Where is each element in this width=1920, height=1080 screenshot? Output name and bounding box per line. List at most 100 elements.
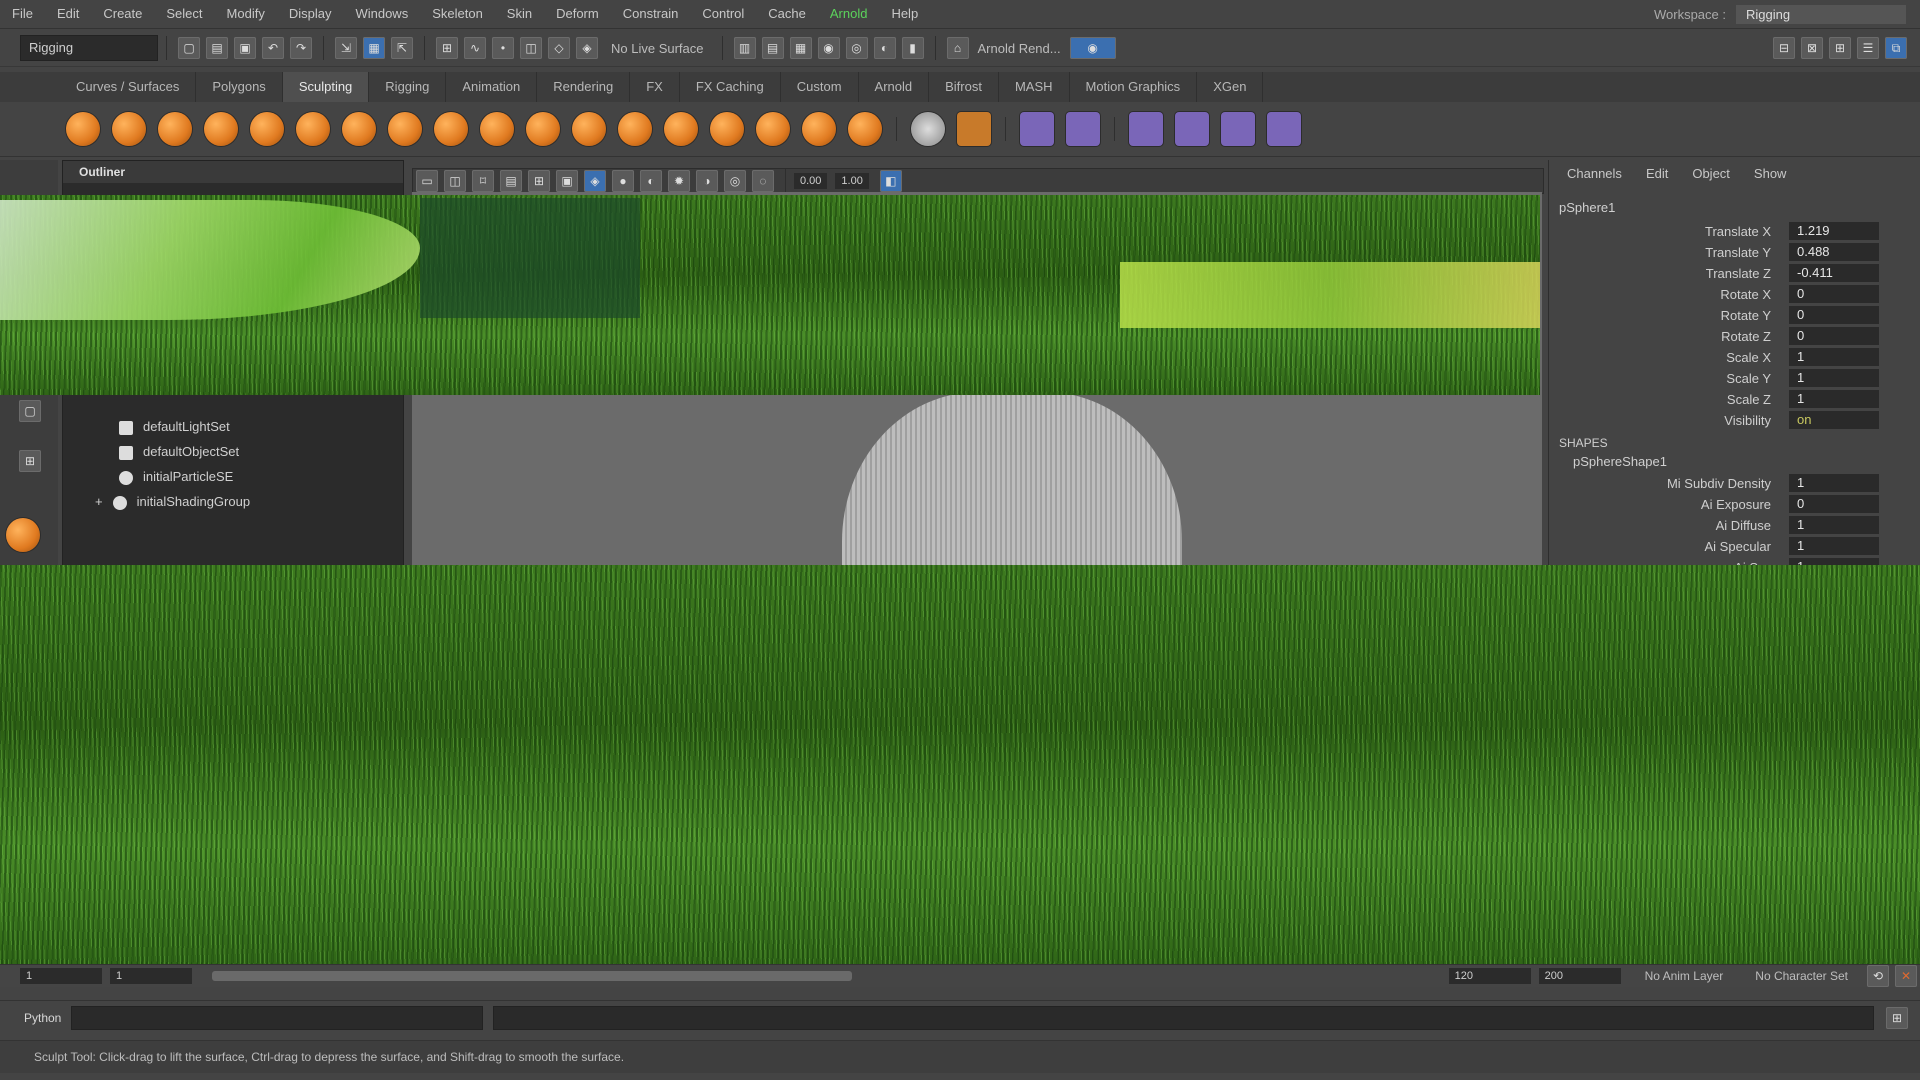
character-set-selector[interactable]: No Character Set bbox=[1755, 969, 1848, 983]
show-channel-box-icon[interactable]: ☰ bbox=[1857, 37, 1879, 59]
auto-key-icon[interactable]: ⟲ bbox=[1867, 965, 1889, 987]
imprint-tool-icon[interactable] bbox=[480, 112, 514, 146]
make-live-icon[interactable]: ◈ bbox=[576, 37, 598, 59]
smear-tool-icon[interactable] bbox=[710, 112, 744, 146]
relax-tool-icon[interactable] bbox=[158, 112, 192, 146]
channel-attr[interactable]: Scale X1 bbox=[1561, 348, 1901, 368]
shelf-tab-fx[interactable]: FX bbox=[630, 72, 680, 102]
playblast-icon[interactable]: ▮ bbox=[901, 37, 924, 59]
channel-tab-object[interactable]: Object bbox=[1680, 160, 1742, 188]
snap-grid-icon[interactable]: ⊞ bbox=[436, 37, 458, 59]
snap-view-icon[interactable]: ◫ bbox=[520, 37, 542, 59]
anim-layer-selector[interactable]: No Anim Layer bbox=[1645, 969, 1724, 983]
gamma-field[interactable]: 1.00 bbox=[835, 173, 869, 189]
shape-editor-icon[interactable] bbox=[1066, 112, 1100, 146]
undo-icon[interactable]: ↶ bbox=[262, 37, 284, 59]
image-plane-icon[interactable]: ▤ bbox=[500, 170, 522, 192]
sign-in-button[interactable]: ◉ bbox=[1069, 37, 1116, 59]
channel-attr[interactable]: Visibility on bbox=[1561, 411, 1901, 431]
isolate-icon[interactable]: ◎ bbox=[724, 170, 746, 192]
spray-tool-icon[interactable] bbox=[388, 112, 422, 146]
start-frame-field[interactable]: 1 bbox=[20, 968, 102, 984]
menu-control[interactable]: Control bbox=[690, 0, 756, 28]
channel-tab-show[interactable]: Show bbox=[1742, 160, 1799, 188]
xray-icon[interactable]: ◌ bbox=[752, 170, 774, 192]
shelf-tab-fx-caching[interactable]: FX Caching bbox=[680, 72, 781, 102]
camera-attributes-icon[interactable]: ◫ bbox=[444, 170, 466, 192]
textured-icon[interactable]: ◐ bbox=[640, 170, 662, 192]
snap-surface-icon[interactable]: ◇ bbox=[548, 37, 570, 59]
render-settings-icon[interactable]: ▦ bbox=[789, 37, 812, 59]
shelf-tab-rendering[interactable]: Rendering bbox=[537, 72, 631, 102]
select-camera-icon[interactable]: ▭ bbox=[416, 170, 438, 192]
shelf-tab-mash[interactable]: MASH bbox=[999, 72, 1070, 102]
shadows-icon[interactable]: ◑ bbox=[696, 170, 718, 192]
script-editor-icon[interactable]: ⊞ bbox=[1886, 1007, 1908, 1029]
channel-attr[interactable]: Translate X 1.219 bbox=[1561, 222, 1901, 242]
outliner-item[interactable]: defaultObjectSet bbox=[119, 441, 239, 463]
show-modeling-toolkit-icon[interactable]: ⊟ bbox=[1773, 37, 1795, 59]
knife-tool-icon[interactable] bbox=[664, 112, 698, 146]
sculpt-layer-icon[interactable] bbox=[957, 112, 991, 146]
convert-to-frozen-icon[interactable] bbox=[911, 112, 945, 146]
menu-file[interactable]: File bbox=[0, 0, 45, 28]
foamy-tool-icon[interactable] bbox=[342, 112, 376, 146]
shelf-tab-polygons[interactable]: Polygons bbox=[196, 72, 283, 102]
menu-modify[interactable]: Modify bbox=[215, 0, 277, 28]
menu-help[interactable]: Help bbox=[879, 0, 930, 28]
outliner-item[interactable]: + initialShadingGroup bbox=[95, 491, 250, 513]
shelf-tab-motion-graphics[interactable]: Motion Graphics bbox=[1070, 72, 1198, 102]
menu-set-dropdown[interactable]: Rigging bbox=[20, 35, 158, 61]
repeat-tool-icon[interactable] bbox=[434, 112, 468, 146]
channel-attr[interactable]: Scale Y1 bbox=[1561, 369, 1901, 389]
smooth-tool-icon[interactable] bbox=[112, 112, 146, 146]
channel-attr[interactable]: Translate Y 0.488 bbox=[1561, 243, 1901, 263]
select-by-object-icon[interactable]: ▦ bbox=[363, 37, 385, 59]
color-management-icon[interactable]: ◧ bbox=[879, 170, 902, 192]
film-gate-icon[interactable]: ▣ bbox=[556, 170, 578, 192]
current-frame-field[interactable]: 1 bbox=[110, 968, 192, 984]
ipr-render-icon[interactable]: ▤ bbox=[761, 37, 784, 59]
shape-attr[interactable]: Ai Exposure 0 bbox=[1561, 495, 1901, 515]
select-by-component-icon[interactable]: ⇱ bbox=[391, 37, 413, 59]
arnold-icon[interactable]: ◐ bbox=[873, 37, 896, 59]
sculpt-tool-icon[interactable] bbox=[66, 112, 100, 146]
smooth-shade-icon[interactable]: ● bbox=[612, 170, 634, 192]
shelf-tab-custom[interactable]: Custom bbox=[781, 72, 859, 102]
bulge-tool-icon[interactable] bbox=[756, 112, 790, 146]
show-layer-editor-icon[interactable]: ⧉ bbox=[1885, 37, 1907, 59]
flatten-tool-icon[interactable] bbox=[296, 112, 330, 146]
menu-windows[interactable]: Windows bbox=[343, 0, 420, 28]
lights-icon[interactable]: ✹ bbox=[668, 170, 690, 192]
retopo-icon[interactable] bbox=[1267, 112, 1301, 146]
scrape-tool-icon[interactable] bbox=[572, 112, 606, 146]
channel-attr[interactable]: Rotate Y0 bbox=[1561, 306, 1901, 326]
texture-deformer-icon[interactable] bbox=[1175, 112, 1209, 146]
uv-editor-icon[interactable] bbox=[1129, 112, 1163, 146]
bookmarks-icon[interactable]: ⌑ bbox=[472, 170, 494, 192]
shelf-tab-bifrost[interactable]: Bifrost bbox=[929, 72, 999, 102]
menu-cache[interactable]: Cache bbox=[756, 0, 818, 28]
menu-select[interactable]: Select bbox=[154, 0, 214, 28]
channel-attr[interactable]: Translate Z -0.411 bbox=[1561, 264, 1901, 284]
render-view-icon[interactable]: ◎ bbox=[845, 37, 868, 59]
outliner-item[interactable]: defaultLightSet bbox=[119, 416, 230, 438]
save-scene-icon[interactable]: ▣ bbox=[234, 37, 256, 59]
end-range-field[interactable]: 200 bbox=[1538, 968, 1621, 984]
script-language-label[interactable]: Python bbox=[24, 1011, 61, 1025]
hypershade-icon[interactable]: ◉ bbox=[817, 37, 840, 59]
exposure-field[interactable]: 0.00 bbox=[794, 173, 828, 189]
amplify-tool-icon[interactable] bbox=[802, 112, 836, 146]
shelf-tab-curves[interactable]: Curves / Surfaces bbox=[60, 72, 197, 102]
preferences-icon[interactable]: ✕ bbox=[1895, 965, 1917, 987]
workspace-selector[interactable]: Workspace : Rigging bbox=[1654, 0, 1906, 28]
grid-icon[interactable]: ⊞ bbox=[528, 170, 550, 192]
create-blend-shape-icon[interactable] bbox=[1020, 112, 1054, 146]
end-frame-field[interactable]: 120 bbox=[1448, 968, 1531, 984]
wireframe-icon[interactable]: ◈ bbox=[584, 170, 606, 192]
snap-curve-icon[interactable]: ∿ bbox=[464, 37, 486, 59]
shelf-tab-xgen[interactable]: XGen bbox=[1197, 72, 1264, 102]
render-current-frame-icon[interactable]: ▥ bbox=[733, 37, 756, 59]
menu-create[interactable]: Create bbox=[91, 0, 154, 28]
menu-skeleton[interactable]: Skeleton bbox=[420, 0, 495, 28]
